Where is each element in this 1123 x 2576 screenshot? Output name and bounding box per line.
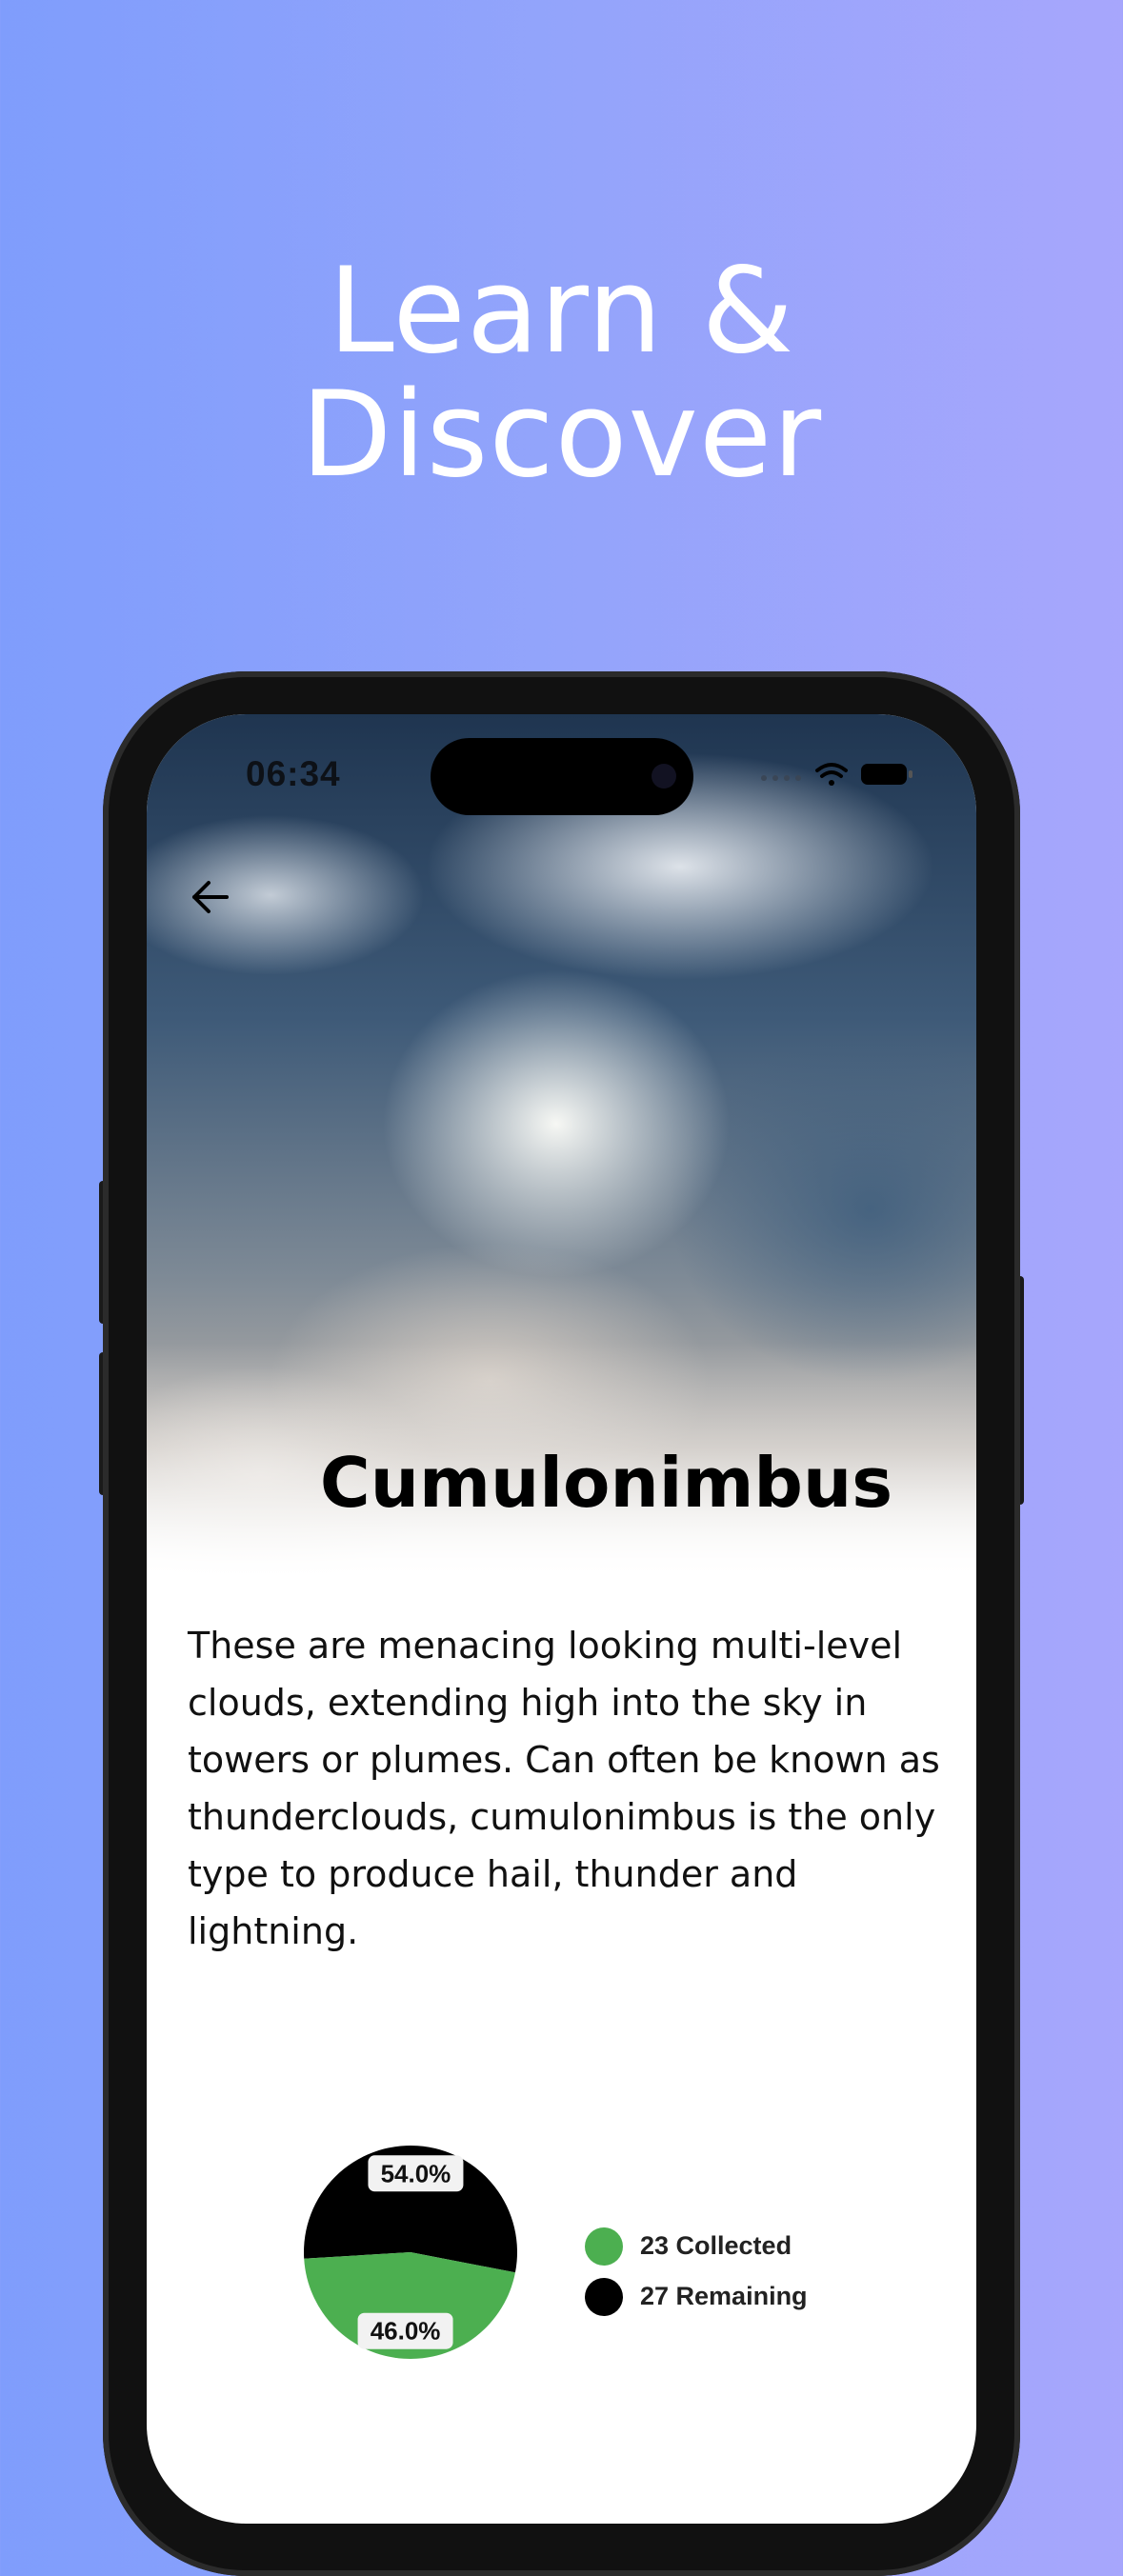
svg-text:46.0%: 46.0% (371, 2317, 441, 2346)
battery-icon (861, 764, 912, 785)
arrow-left-icon (192, 881, 229, 913)
cloud-title: Cumulonimbus (319, 1443, 893, 1523)
legend-item: 23 Collected (585, 2221, 808, 2271)
legend-swatch (585, 2277, 623, 2316)
status-time: 06:34 (246, 754, 341, 793)
headline-line-2: Discover (300, 367, 823, 504)
legend-swatch (585, 2227, 623, 2266)
legend-item: 27 Remaining (585, 2271, 808, 2322)
promo-headline: Learn & Discover (0, 250, 1123, 497)
legend-label: 27 Remaining (640, 2282, 808, 2310)
wifi-icon (815, 763, 848, 786)
svg-text:54.0%: 54.0% (381, 2159, 451, 2187)
cloud-description: These are menacing looking multi-level c… (188, 1625, 940, 1952)
chart-legend: 23 Collected 27 Remaining (585, 2221, 808, 2322)
headline-line-1: Learn & (328, 243, 795, 380)
pie-label-collected: 46.0% (357, 2312, 453, 2349)
status-icons (761, 763, 912, 786)
pie-label-remaining: 54.0% (368, 2155, 464, 2192)
legend-label: 23 Collected (640, 2231, 792, 2260)
phone-screen: 06:34 Cumulonimbus These are menacing lo… (147, 714, 976, 2524)
camera-lens (652, 764, 676, 789)
signal-icon (761, 775, 801, 781)
collection-pie-chart: 54.0% 46.0% (304, 2146, 517, 2359)
back-button[interactable] (183, 869, 240, 926)
